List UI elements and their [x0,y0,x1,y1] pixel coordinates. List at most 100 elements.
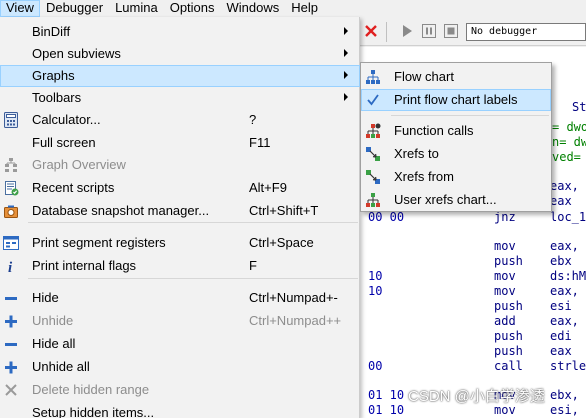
submenu-item-flow-chart[interactable]: Flow chart [361,66,551,88]
disasm-mnemonic: mov [494,239,516,253]
menu-windows[interactable]: Windows [221,0,286,17]
disasm-operands[interactable]: strle [550,359,586,374]
menu-item-label: Database snapshot manager... [32,203,210,218]
disasm-mnemonic: push [494,329,523,343]
plus-icon [3,359,19,375]
menu-item-label: Unhide [32,313,74,328]
menu-item-label: Setup hidden items... [32,405,155,418]
disasm-mnemonic: call [494,359,523,373]
menu-item-label: Unhide all [32,359,90,374]
submenu-item-label: Flow chart [394,69,454,84]
menu-lumina[interactable]: Lumina [109,0,164,17]
minus-icon [3,336,19,352]
calculator-icon [3,112,19,128]
menu-item-print-segment-registers[interactable]: Print segment registers Ctrl+Space [0,232,360,254]
menu-help[interactable]: Help [285,0,324,17]
menu-separator [28,278,358,279]
menu-item-setup-hidden-items[interactable]: Setup hidden items... [0,402,360,418]
menu-item-unhide-all[interactable]: Unhide all [0,356,360,378]
disasm-mnemonic: push [494,344,523,358]
disasm-operands[interactable]: esi, [550,403,579,418]
disasm-operands[interactable]: eax [550,194,572,209]
menu-item-recent-scripts[interactable]: Recent scripts Alt+F9 [0,177,360,199]
disasm-operands[interactable]: eax, [550,239,579,254]
menu-item-hide-all[interactable]: Hide all [0,333,360,355]
menu-view[interactable]: View [0,0,40,17]
menu-item-delete-hidden-range: Delete hidden range [0,379,360,401]
close-icon[interactable] [364,24,378,38]
disasm-operands[interactable]: eax [550,344,572,359]
watermark: CSDN @小白学渗透 [408,388,545,405]
disasm-operands[interactable]: ved= [552,150,586,165]
toolbar-divider [386,22,387,42]
disasm-operands[interactable]: ds:hM [550,269,586,284]
delete-icon [3,382,19,398]
submenu-item-user-xrefs-chart[interactable]: User xrefs chart... [361,189,551,211]
menu-debugger[interactable]: Debugger [40,0,109,17]
submenu-arrow-icon [344,49,348,57]
pause-icon[interactable] [422,24,436,38]
menu-options[interactable]: Options [164,0,221,17]
disasm-address: 00 00 [368,210,405,224]
menu-item-label: Recent scripts [32,180,115,195]
info-icon: i [3,258,19,274]
submenu-item-function-calls[interactable]: Function calls [361,120,551,142]
disasm-operands[interactable]: esi [550,299,572,314]
disasm-operands[interactable]: n= dw [552,135,586,150]
menu-item-open-subviews[interactable]: Open subviews [0,43,360,65]
menu-item-label: Full screen [32,135,96,150]
disasm-operands[interactable]: loc_1 [550,210,586,225]
menu-item-database-snapshot-manager[interactable]: Database snapshot manager... Ctrl+Shift+T [0,200,360,222]
menu-item-bindiff[interactable]: BinDiff [0,21,360,43]
debugger-select[interactable]: No debugger [466,23,586,41]
menu-item-label: Print segment registers [32,235,166,250]
menu-item-unhide: Unhide Ctrl+Numpad++ [0,310,360,332]
disasm-operands[interactable]: St [572,100,586,115]
submenu-item-label: Xrefs from [394,169,454,184]
menu-item-label: Delete hidden range [32,382,150,397]
menu-item-graphs[interactable]: Graphs [0,65,360,87]
menu-item-calculator[interactable]: Calculator...? [0,109,360,131]
disasm-mnemonic: mov [494,284,516,298]
stop-icon[interactable] [444,24,458,38]
xrefs-from-icon [365,169,381,185]
submenu-arrow-icon [344,27,348,35]
menu-item-label: Print internal flags [32,258,137,273]
view-menu: BinDiff Open subviews Graphs Toolbars Calcul… [0,17,360,418]
graph-overview-icon [3,157,19,173]
submenu-item-label: Print flow chart labels [394,92,518,107]
menu-item-full-screen[interactable]: Full screen F11 [0,132,360,154]
disasm-address: 00 [368,359,383,373]
menu-bar: View Debugger Lumina Options Windows Help [0,0,586,17]
disasm-operands[interactable]: eax, [550,284,579,299]
user-xrefs-icon [365,192,381,208]
disasm-operands[interactable]: eax, [550,314,579,329]
menu-item-label: Toolbars [32,90,82,105]
flow-chart-icon [365,69,381,85]
disasm-mnemonic: push [494,299,523,313]
plus-icon [3,313,19,329]
debugger-toolbar: No debugger [360,18,586,46]
menu-item-toolbars[interactable]: Toolbars [0,87,360,109]
disasm-operands[interactable]: eax, [550,179,579,194]
submenu-item-print-flow-chart-labels[interactable]: Print flow chart labels [361,89,551,111]
function-calls-icon [365,123,381,139]
submenu-item-xrefs-from[interactable]: Xrefs from [361,166,551,188]
disasm-operands[interactable]: = dwo [552,120,586,135]
disasm-operands[interactable]: edi [550,329,572,344]
disasm-operands[interactable]: ebx [550,254,572,269]
menu-item-label: Hide all [32,336,76,351]
disasm-mnemonic: jnz [494,210,516,224]
menu-item-shortcut: Ctrl+Shift+T [249,203,319,218]
submenu-arrow-icon [344,71,348,79]
submenu-item-xrefs-to[interactable]: Xrefs to [361,143,551,165]
menu-item-shortcut: Ctrl+Space [249,235,314,250]
menu-item-print-internal-flags[interactable]: i Print internal flags F [0,255,360,277]
menu-item-hide[interactable]: Hide Ctrl+Numpad+- [0,287,360,309]
disasm-operands[interactable]: ebx, [550,388,579,403]
submenu-item-label: Function calls [394,123,474,138]
play-icon[interactable] [400,24,414,38]
svg-text:i: i [8,260,13,274]
disasm-address: 10 [368,269,383,283]
disasm-mnemonic: add [494,314,516,328]
